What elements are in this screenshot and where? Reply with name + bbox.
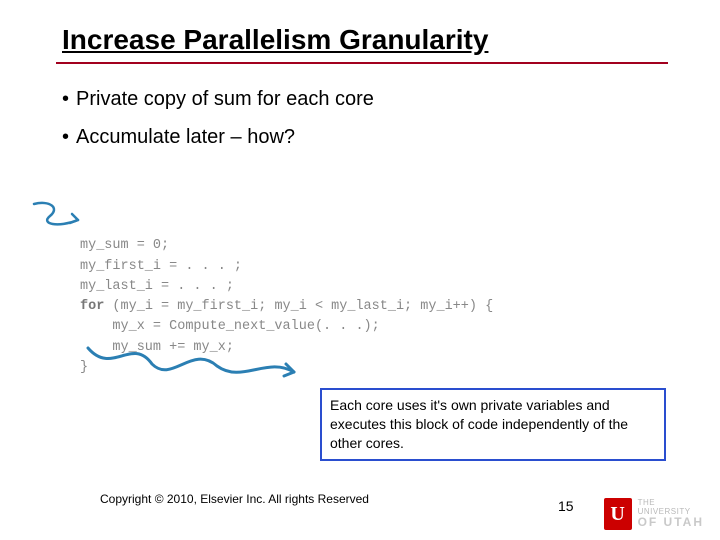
- callout-box: Each core uses it's own private variable…: [320, 388, 666, 461]
- bullet-item: • Private copy of sum for each core: [62, 80, 374, 118]
- slide-title: Increase Parallelism Granularity: [62, 24, 488, 56]
- code-line: my_first_i = . . . ;: [80, 259, 242, 274]
- bullet-item: • Accumulate later – how?: [62, 118, 374, 156]
- code-line: my_x = Compute_next_value(. . .);: [80, 319, 380, 334]
- copyright-text: Copyright © 2010, Elsevier Inc. All righ…: [100, 492, 369, 506]
- code-line: my_sum = 0;: [80, 238, 169, 253]
- bullet-text: Accumulate later – how?: [76, 118, 295, 156]
- code-line: my_last_i = . . . ;: [80, 279, 234, 294]
- logo-text: THE UNIVERSITY OF UTAH: [638, 499, 704, 528]
- bullet-list: • Private copy of sum for each core • Ac…: [62, 80, 374, 156]
- logo-line: OF UTAH: [638, 516, 704, 529]
- code-line: my_sum += my_x;: [80, 340, 234, 355]
- title-underline: [56, 62, 668, 64]
- university-logo: U THE UNIVERSITY OF UTAH: [604, 498, 704, 530]
- code-line: for (my_i = my_first_i; my_i < my_last_i…: [80, 299, 493, 314]
- logo-mark-icon: U: [604, 498, 632, 530]
- code-block: my_sum = 0; my_first_i = . . . ; my_last…: [80, 216, 493, 378]
- bullet-dot-icon: •: [62, 118, 76, 156]
- code-line: }: [80, 360, 88, 375]
- page-number: 15: [558, 498, 574, 514]
- bullet-text: Private copy of sum for each core: [76, 80, 374, 118]
- bullet-dot-icon: •: [62, 80, 76, 118]
